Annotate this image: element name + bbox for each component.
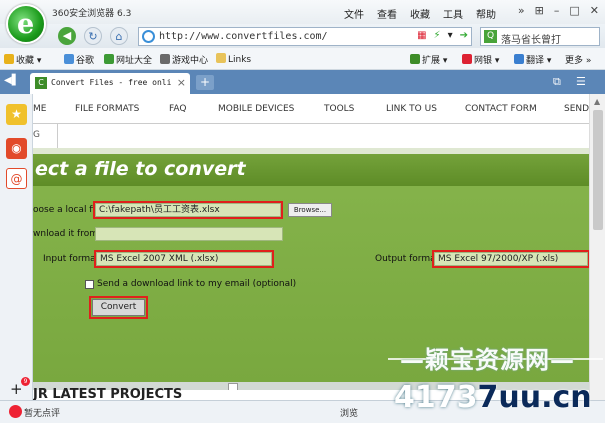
site-navigation: ME FILE FORMATS FAQ MOBILE DEVICES TOOLS… [33,94,589,124]
compat-mode-icon[interactable]: ▦ [417,30,426,41]
tab-title: Convert Files - free online [51,78,171,87]
email-link-checkbox[interactable] [85,280,94,289]
tab-convert-files[interactable]: C Convert Files - free online × [30,73,190,94]
nav-file-formats[interactable]: FILE FORMATS [75,104,139,114]
address-toolbar: ◀ ↻ ⌂ http://www.convertfiles.com/ ▦ ⚡ ▾… [0,24,605,48]
input-format-label: Input format: [43,254,103,264]
refresh-icon[interactable]: ↻ [84,27,102,45]
address-bar[interactable]: http://www.convertfiles.com/ ▦ ⚡ ▾ ➔ [138,27,472,46]
translate-icon [514,54,524,64]
nav-send[interactable]: SEND [564,104,589,114]
search-input[interactable]: 落马省长曾打 [501,31,561,46]
download-url-input[interactable] [95,227,283,241]
directory-icon [104,54,114,64]
extension-icon [410,54,420,64]
panel-header: ect a file to convert [33,154,589,186]
site-watermark: —颖宝资源网— 41737uu.cn [388,340,603,420]
output-format-select[interactable]: MS Excel 97/2000/XP (.xls) [432,250,589,268]
latest-projects-heading: JR LATEST PROJECTS [33,387,183,400]
menu-tools[interactable]: 工具 [443,6,463,21]
app-title: 360安全浏览器 6.3 [52,9,132,19]
search-engine-icon[interactable]: Q [484,30,497,43]
browse-button[interactable]: Browse... [288,203,332,217]
email-link-label: Send a download link to my email (option… [97,279,297,289]
gamepad-icon [160,54,170,64]
google-icon [64,54,74,64]
menu-favorites[interactable]: 收藏 [410,6,430,21]
home-icon[interactable]: ⌂ [110,27,128,45]
sidebar-toggle-icon[interactable]: ◀▌ [4,75,20,89]
search-box[interactable]: Q 落马省长曾打 [480,27,600,46]
skin-icon[interactable]: ⊞ [535,4,544,17]
address-dropdown-icon[interactable]: ▾ [448,30,453,41]
folder-icon [216,53,226,63]
convertfiles-favicon-icon: C [35,77,47,89]
divider [57,124,58,148]
bookmark-favorites[interactable]: 收藏 ▾ [4,53,41,66]
bookmark-game-center[interactable]: 游戏中心 [160,53,208,66]
bank-icon [462,54,472,64]
more-button[interactable]: 更多 » [565,53,591,66]
address-input[interactable]: http://www.convertfiles.com/ [159,31,328,42]
bookmarks-bar: 收藏 ▾ 谷歌 网址大全 游戏中心 Links 扩展 ▾ 网银 ▾ 翻译 ▾ 更… [0,48,605,70]
subnav-item[interactable]: G [33,130,40,140]
tab-bar: ◀▌ C Convert Files - free online × + ⧉ ☰ [0,70,605,94]
bookmark-google[interactable]: 谷歌 [64,53,94,66]
title-bar: e 360安全浏览器 6.3 文件 查看 收藏 工具 帮助 » ⊞ – □ ✕ [0,0,605,44]
translate-button[interactable]: 翻译 ▾ [514,53,551,66]
nav-contact-form[interactable]: CONTACT FORM [465,104,537,114]
menu-file[interactable]: 文件 [344,6,364,21]
nav-mobile-devices[interactable]: MOBILE DEVICES [218,104,294,114]
more-icon[interactable]: » [518,4,525,17]
convert-button[interactable]: Convert [89,296,148,319]
scroll-up-icon[interactable]: ▲ [594,97,600,106]
notification-badge: 9 [21,377,30,386]
weibo-icon[interactable]: ◉ [6,138,27,159]
status-browse[interactable]: 浏览 [340,406,358,419]
menu-help[interactable]: 帮助 [476,6,496,21]
menu-view[interactable]: 查看 [377,6,397,21]
back-icon[interactable]: ◀ [58,27,76,45]
close-tab-icon[interactable]: × [177,76,186,89]
status-comment[interactable]: 暂无点评 [24,406,60,419]
bookmark-links[interactable]: Links [216,53,251,65]
minimize-icon[interactable]: – [554,4,560,17]
watermark-bottom-text: 41737uu.cn [394,380,592,415]
browser-logo-icon[interactable]: e [6,4,46,44]
input-format-value: MS Excel 2007 XML (.xlsx) [100,254,219,264]
nav-faq[interactable]: FAQ [169,104,186,114]
tab-restore-icon[interactable]: ⧉ [553,75,561,89]
nav-link-to-us[interactable]: LINK TO US [386,104,437,114]
scroll-thumb[interactable] [593,110,603,230]
maximize-icon[interactable]: □ [569,4,579,17]
close-window-icon[interactable]: ✕ [590,4,599,17]
download-url-label: wnload it from: [33,229,102,239]
window-controls: » ⊞ – □ ✕ [518,4,599,17]
comment-icon[interactable] [9,405,22,418]
watermark-top-text: —颖宝资源网— [400,345,575,374]
local-file-input[interactable]: C:\fakepath\员工工资表.xlsx [93,201,283,219]
speed-mode-icon[interactable]: ⚡ [434,30,441,41]
sub-navigation: G [33,124,589,148]
menu-bar: 文件 查看 收藏 工具 帮助 [344,6,496,21]
new-tab-button[interactable]: + [196,75,214,90]
bookmark-site-directory[interactable]: 网址大全 [104,53,152,66]
go-icon[interactable]: ➔ [460,30,468,41]
left-sidebar: ★ ◉ @ + 9 [0,94,33,400]
nav-home[interactable]: ME [33,104,46,114]
nav-tools[interactable]: TOOLS [324,104,354,114]
panel-title: ect a file to convert [35,158,246,180]
tab-list-icon[interactable]: ☰ [576,75,586,88]
output-format-label: Output format: [375,254,443,264]
extensions-button[interactable]: 扩展 ▾ [410,53,447,66]
input-format-select[interactable]: MS Excel 2007 XML (.xlsx) ▾ [94,250,274,268]
favorites-star-icon[interactable]: ★ [6,104,27,125]
email-icon[interactable]: @ [6,168,27,189]
site-icon [142,30,155,43]
online-banking-button[interactable]: 网银 ▾ [462,53,499,66]
star-icon [4,54,14,64]
